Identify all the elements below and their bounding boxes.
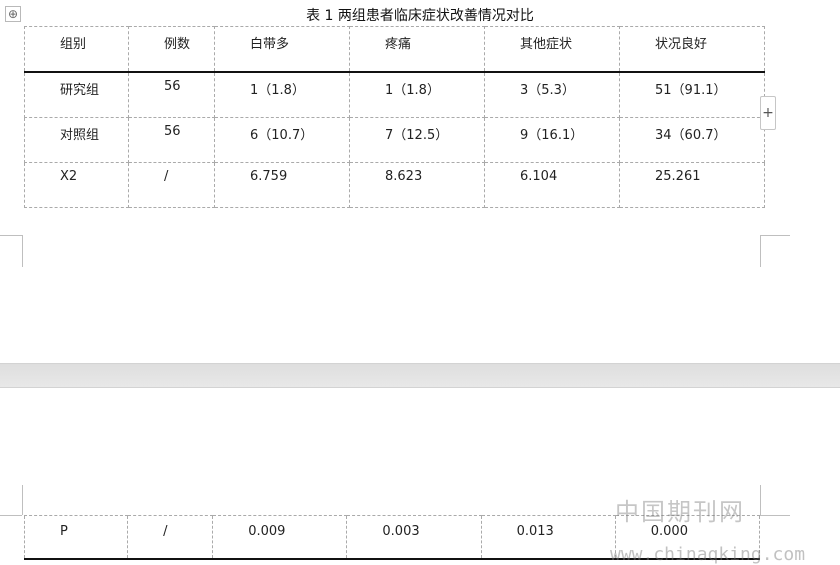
page-crop-mark [760,485,761,515]
table-caption: 表 1 两组患者临床症状改善情况对比 [306,8,534,24]
table-cell: 8.623 [349,162,485,208]
watermark-url: www.chinaqking.com [610,544,806,565]
table-cell: 研究组 [24,71,129,118]
header-cell-cases: 例数 [128,26,215,73]
table-cell: 0.009 [212,515,348,560]
table-cell: 6.104 [484,162,620,208]
table-cell: 51（91.1） [619,71,765,118]
header-cell-pain: 疼痛 [349,26,485,73]
watermark-site-name: 中国期刊网 [615,498,745,526]
header-cell-good-condition: 状况良好 [619,26,765,73]
table-cell: 0.013 [480,515,616,560]
table-cell: 56 [128,71,215,118]
page-crop-mark [0,235,22,236]
plus-icon: + [762,105,774,121]
table-cell: 1（1.8） [214,71,350,118]
table-cell: / [128,162,215,208]
page-crop-mark [760,235,790,236]
table-row: X2 / 6.759 8.623 6.104 25.261 [24,162,765,208]
table-row: 对照组 56 6（10.7） 7（12.5） 9（16.1） 34（60.7） [24,117,765,163]
page-crop-mark [760,235,761,267]
table-cell: X2 [24,162,129,208]
header-cell-leucorrhea: 白带多 [214,26,350,73]
clinical-symptom-table: 组别 例数 白带多 疼痛 其他症状 状况良好 研究组 56 1（1.8） 1（1… [24,26,765,208]
page-crop-mark [0,515,22,516]
table-cell: 3（5.3） [484,71,620,118]
table-cell: 6（10.7） [214,117,350,163]
table-cell: 6.759 [214,162,350,208]
table-cell: P [23,515,129,560]
page-crop-mark [22,235,23,267]
header-cell-group: 组别 [24,26,129,73]
page-crop-mark [760,515,790,516]
table-cell: 34（60.7） [619,117,765,163]
document-page-view: ⊕ 表 1 两组患者临床症状改善情况对比 组别 例数 白带多 疼痛 其他症状 状… [0,0,840,565]
table-cell: 对照组 [24,117,129,163]
page-separator [0,363,840,388]
table-cell: 56 [128,117,215,163]
table-cell: / [127,515,214,560]
table-cell: 9（16.1） [484,117,620,163]
table-cell: 25.261 [619,162,765,208]
table-cell: 0.003 [346,515,482,560]
table-row: 研究组 56 1（1.8） 1（1.8） 3（5.3） 51（91.1） [24,71,765,118]
table-cell: 1（1.8） [349,71,485,118]
page-crop-mark [22,485,23,515]
table-cell: 7（12.5） [349,117,485,163]
add-column-button[interactable]: + [760,96,776,130]
table-header-row: 组别 例数 白带多 疼痛 其他症状 状况良好 [24,26,765,73]
header-cell-other-symptoms: 其他症状 [484,26,620,73]
